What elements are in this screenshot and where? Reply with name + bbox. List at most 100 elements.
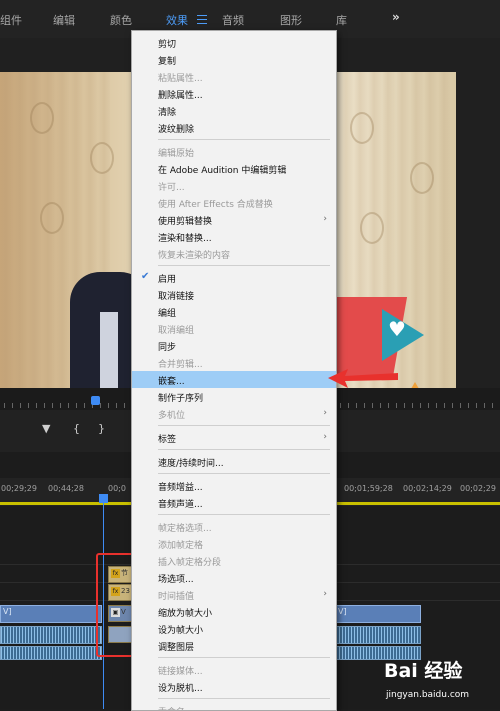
- menu-item-label: 剪切: [158, 40, 177, 50]
- mark-in-button[interactable]: {: [73, 422, 80, 435]
- menu-item-label: 音频增益...: [158, 483, 203, 493]
- heart-icon: ♥: [388, 317, 406, 341]
- ruler-tick: [340, 403, 341, 408]
- menu-item-label: 多机位: [158, 411, 186, 421]
- menu-item[interactable]: 音频声道...: [132, 494, 336, 511]
- ruler-tick: [380, 403, 381, 408]
- menu-item[interactable]: 编组: [132, 303, 336, 320]
- curtain-pattern: [90, 142, 114, 174]
- menu-item[interactable]: 删除属性...: [132, 85, 336, 102]
- baidu-watermark: Bai 经验 jingyan.baidu.com: [384, 652, 500, 709]
- menu-item[interactable]: 速度/持续时间...: [132, 453, 336, 470]
- ruler-tick: [484, 403, 485, 408]
- menu-item-label: 合并剪辑...: [158, 360, 203, 370]
- menu-item[interactable]: 复制: [132, 51, 336, 68]
- add-marker-button[interactable]: ▼: [42, 422, 50, 435]
- watermark-url: jingyan.baidu.com: [386, 690, 470, 700]
- ruler-tick: [492, 403, 493, 408]
- more-tabs-icon[interactable]: »: [392, 10, 400, 24]
- menu-item[interactable]: 使用剪辑替换 ›: [132, 211, 336, 228]
- menu-item-label: 场选项...: [158, 575, 194, 585]
- curtain-pattern: [350, 112, 374, 144]
- ruler-tick: [452, 403, 453, 408]
- menu-item-label: 标签: [158, 435, 177, 445]
- menu-item-label: 设为脱机...: [158, 684, 203, 694]
- menu-item[interactable]: 设为脱机...: [132, 678, 336, 695]
- annotation-arrow: [328, 369, 398, 388]
- ruler-tick: [372, 403, 373, 408]
- video-clip[interactable]: V]: [335, 605, 421, 623]
- ruler-tick: [60, 403, 61, 408]
- clip-label: V]: [3, 607, 12, 616]
- menu-item[interactable]: 标签 ›: [132, 429, 336, 446]
- menu-item-label: 设为帧大小: [158, 626, 204, 636]
- tab-assembly[interactable]: 组件: [0, 12, 22, 28]
- menu-separator: [158, 425, 330, 426]
- tab-graphics[interactable]: 图形: [280, 12, 302, 28]
- menu-item[interactable]: 在 Adobe Audition 中编辑剪辑: [132, 160, 336, 177]
- curtain-pattern: [30, 102, 54, 134]
- menu-item[interactable]: 调整图层: [132, 637, 336, 654]
- menu-item[interactable]: 缩放为帧大小: [132, 603, 336, 620]
- menu-item[interactable]: 嵌套...: [132, 371, 336, 388]
- menu-separator: [158, 265, 330, 266]
- menu-item[interactable]: 取消链接: [132, 286, 336, 303]
- timecode: 00;29;29: [1, 484, 37, 493]
- menu-separator: [158, 473, 330, 474]
- menu-item[interactable]: 音频增益...: [132, 477, 336, 494]
- menu-item-label: 删除属性...: [158, 91, 203, 101]
- menu-item: 粘贴属性...: [132, 68, 336, 85]
- audio-clip[interactable]: [0, 626, 102, 644]
- curtain-pattern: [410, 162, 434, 194]
- menu-item: 重命名...: [132, 702, 336, 710]
- tab-editing[interactable]: 编辑: [53, 12, 75, 28]
- audio-clip[interactable]: [335, 626, 421, 644]
- menu-item-label: 重命名...: [158, 705, 194, 710]
- submenu-arrow-icon: ›: [323, 408, 327, 418]
- video-clip[interactable]: V]: [0, 605, 102, 623]
- menu-separator: [158, 657, 330, 658]
- person-shirt: [100, 312, 118, 400]
- ruler-tick: [436, 403, 437, 408]
- ruler-tick: [20, 403, 21, 408]
- menu-item-label: 调整图层: [158, 643, 195, 653]
- menu-item[interactable]: 清除: [132, 102, 336, 119]
- audio-clip[interactable]: [0, 646, 102, 660]
- menu-item[interactable]: 渲染和替换...: [132, 228, 336, 245]
- menu-item: 使用 After Effects 合成替换: [132, 194, 336, 211]
- clip-label: V]: [338, 607, 347, 616]
- curtain-pattern: [360, 212, 384, 244]
- hamburger-menu-icon[interactable]: [197, 15, 207, 24]
- tab-libraries[interactable]: 库: [336, 12, 347, 28]
- timecode: 00;44;28: [48, 484, 84, 493]
- tab-audio[interactable]: 音频: [222, 12, 244, 28]
- menu-separator: [158, 139, 330, 140]
- menu-item[interactable]: 波纹删除: [132, 119, 336, 136]
- menu-item[interactable]: 同步: [132, 337, 336, 354]
- menu-item-label: 在 Adobe Audition 中编辑剪辑: [158, 166, 287, 176]
- menu-item[interactable]: 场选项...: [132, 569, 336, 586]
- ruler-tick: [364, 403, 365, 408]
- menu-item-label: 取消链接: [158, 292, 195, 302]
- menu-separator: [158, 514, 330, 515]
- menu-item[interactable]: ✔ 启用: [132, 269, 336, 286]
- menu-item: 链接媒体...: [132, 661, 336, 678]
- ruler-tick: [460, 403, 461, 408]
- ruler-tick: [420, 403, 421, 408]
- ruler-tick: [396, 403, 397, 408]
- menu-item-label: 粘贴属性...: [158, 74, 203, 84]
- menu-item[interactable]: 剪切: [132, 34, 336, 51]
- tab-effects[interactable]: 效果: [166, 12, 188, 28]
- menu-item[interactable]: 设为帧大小: [132, 620, 336, 637]
- timecode: 00;0: [108, 484, 126, 493]
- checkmark-icon: ✔: [141, 271, 150, 282]
- mark-out-button[interactable]: }: [98, 422, 105, 435]
- tab-color[interactable]: 颜色: [110, 12, 132, 28]
- menu-item[interactable]: 制作子序列: [132, 388, 336, 405]
- ruler-tick: [28, 403, 29, 408]
- menu-item: 恢复未渲染的内容: [132, 245, 336, 262]
- ruler-tick: [444, 403, 445, 408]
- menu-item-label: 速度/持续时间...: [158, 459, 224, 469]
- ruler-tick: [108, 403, 109, 408]
- monitor-playhead[interactable]: [91, 396, 100, 405]
